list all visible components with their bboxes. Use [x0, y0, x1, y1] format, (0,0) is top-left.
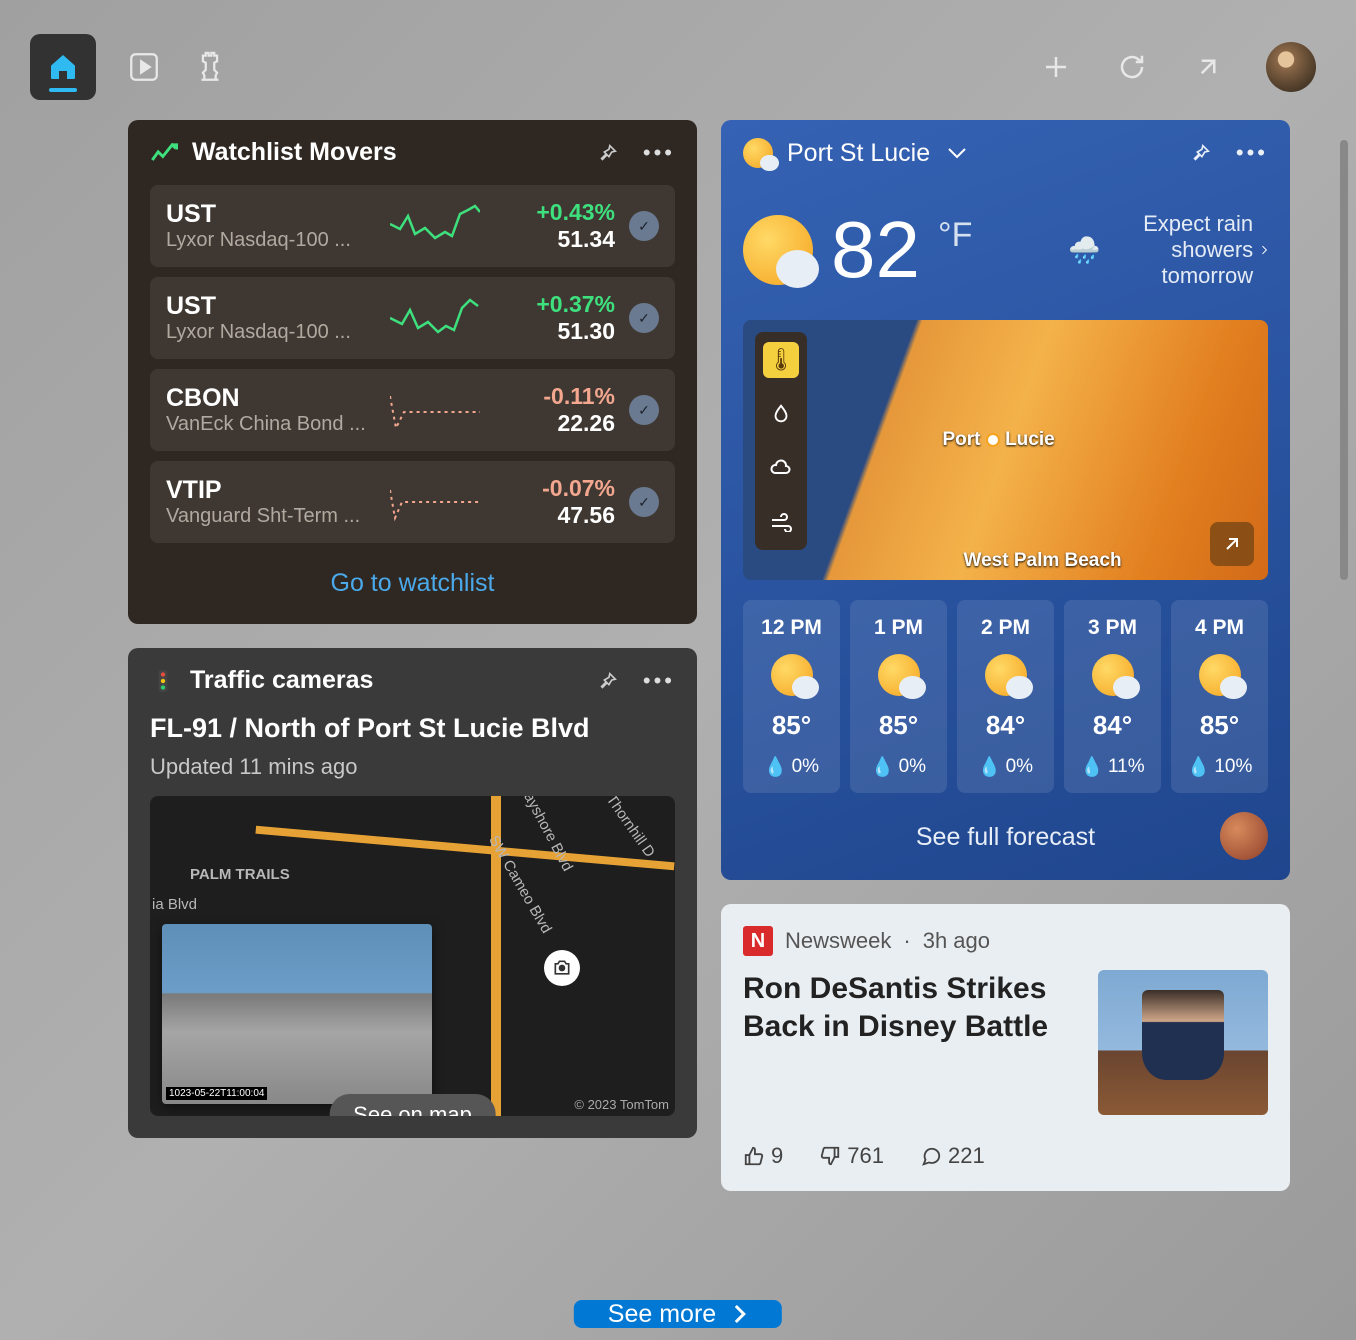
check-icon[interactable]: ✓ [629, 487, 659, 517]
see-on-map-button[interactable]: See on map [329, 1094, 496, 1116]
comments-button[interactable]: 221 [920, 1143, 985, 1169]
go-to-watchlist-link[interactable]: Go to watchlist [150, 553, 675, 602]
map-layer-toolbar: 🌡 [755, 332, 807, 550]
stock-row[interactable]: CBON VanEck China Bond ... -0.11% 22.26 … [150, 369, 675, 451]
expand-button[interactable] [1190, 49, 1226, 85]
more-icon[interactable]: ••• [1236, 140, 1268, 166]
stock-name: Lyxor Nasdaq-100 ... [166, 229, 376, 252]
weather-widget: Port St Lucie ••• 82 °F 🌧️ Expect rain s… [721, 120, 1290, 880]
traffic-title: Traffic cameras [190, 666, 373, 695]
play-button[interactable] [126, 49, 162, 85]
stock-row[interactable]: VTIP Vanguard Sht-Term ... -0.07% 47.56 … [150, 461, 675, 543]
temp-unit: °F [938, 216, 972, 255]
scrollbar[interactable] [1340, 140, 1348, 580]
map-copyright: © 2023 TomTom [574, 1097, 669, 1112]
pin-icon[interactable] [597, 142, 619, 164]
chevron-right-icon [1261, 239, 1268, 261]
user-avatar[interactable] [1266, 42, 1316, 92]
updated-time: Updated 11 mins ago [150, 754, 675, 780]
more-icon[interactable]: ••• [643, 668, 675, 694]
traffic-widget: Traffic cameras ••• FL-91 / North of Por… [128, 648, 697, 1138]
news-thumbnail [1098, 970, 1268, 1115]
weather-icon [743, 215, 813, 285]
home-button[interactable] [30, 34, 96, 100]
games-icon[interactable] [192, 49, 228, 85]
hour-card[interactable]: 12 PM 85° 💧0% [743, 600, 840, 793]
current-temp: 82 [831, 204, 920, 296]
hour-card[interactable]: 3 PM 84° 💧11% [1064, 600, 1161, 793]
hourly-forecast: 12 PM 85° 💧0% 1 PM 85° 💧0% 2 PM 84° 💧0% [743, 600, 1268, 793]
weather-icon [743, 138, 773, 168]
camera-pin-icon[interactable] [544, 950, 580, 986]
dislike-button[interactable]: 761 [819, 1143, 884, 1169]
stock-change: +0.43% [494, 199, 615, 226]
see-full-forecast-link[interactable]: See full forecast [743, 793, 1268, 852]
like-button[interactable]: 9 [743, 1143, 783, 1169]
stock-price: 51.34 [494, 226, 615, 253]
camera-name: FL-91 / North of Port St Lucie Blvd [150, 713, 675, 744]
weather-icon [771, 654, 813, 696]
stock-ticker: UST [166, 200, 376, 229]
wind-layer-button[interactable] [763, 504, 799, 540]
news-card[interactable]: N Newsweek · 3h ago Ron DeSantis Strikes… [721, 904, 1290, 1191]
see-more-button[interactable]: See more [574, 1300, 782, 1328]
sparkline [390, 204, 480, 248]
precipitation-layer-button[interactable] [763, 396, 799, 432]
weather-map[interactable]: 🌡 Port Lucie West Palm Beach [743, 320, 1268, 580]
stock-row[interactable]: UST Lyxor Nasdaq-100 ... +0.43% 51.34 ✓ [150, 185, 675, 267]
weather-location[interactable]: Port St Lucie [787, 139, 968, 168]
hour-card[interactable]: 4 PM 85° 💧10% [1171, 600, 1268, 793]
planet-badge[interactable] [1220, 812, 1268, 860]
rain-icon: 🌧️ [1068, 235, 1100, 266]
top-toolbar [0, 0, 1356, 120]
check-icon[interactable]: ✓ [629, 211, 659, 241]
watchlist-widget: Watchlist Movers ••• UST Lyxor Nasdaq-10… [128, 120, 697, 624]
traffic-map[interactable]: PALM TRAILS ia Blvd NW Bayshore Blvd SW … [150, 796, 675, 1116]
forecast-message[interactable]: 🌧️ Expect rain showers tomorrow [1068, 211, 1268, 289]
cloud-layer-button[interactable] [763, 450, 799, 486]
traffic-light-icon [150, 668, 176, 694]
pin-icon[interactable] [597, 670, 619, 692]
watchlist-title: Watchlist Movers [192, 138, 397, 167]
refresh-button[interactable] [1114, 49, 1150, 85]
news-headline: Ron DeSantis Strikes Back in Disney Batt… [743, 970, 1078, 1115]
check-icon[interactable]: ✓ [629, 303, 659, 333]
chevron-down-icon [946, 146, 968, 160]
expand-map-button[interactable] [1210, 522, 1254, 566]
more-icon[interactable]: ••• [643, 140, 675, 166]
stock-row[interactable]: UST Lyxor Nasdaq-100 ... +0.37% 51.30 ✓ [150, 277, 675, 359]
pin-icon[interactable] [1190, 142, 1212, 164]
drop-icon: 💧 [764, 755, 788, 779]
news-source: N Newsweek · 3h ago [743, 926, 1268, 956]
check-icon[interactable]: ✓ [629, 395, 659, 425]
newsweek-badge: N [743, 926, 773, 956]
camera-thumbnail[interactable]: 1023-05-22T11:00:04 [162, 924, 432, 1104]
add-widget-button[interactable] [1038, 49, 1074, 85]
hour-card[interactable]: 1 PM 85° 💧0% [850, 600, 947, 793]
chevron-right-icon [732, 1302, 748, 1326]
hour-card[interactable]: 2 PM 84° 💧0% [957, 600, 1054, 793]
temperature-layer-button[interactable]: 🌡 [763, 342, 799, 378]
trend-icon [150, 143, 178, 163]
